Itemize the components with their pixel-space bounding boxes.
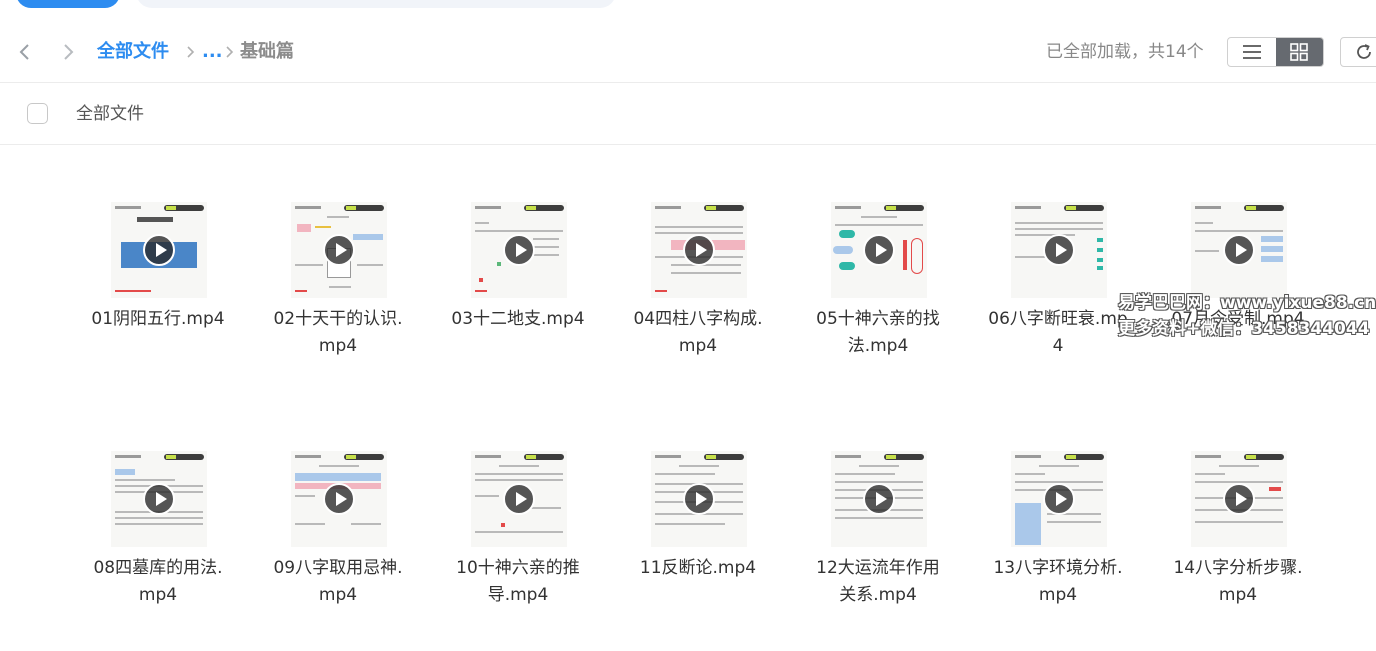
play-icon bbox=[1223, 234, 1255, 266]
top-toolbar bbox=[0, 0, 1376, 10]
file-item[interactable]: 13八字环境分析.mp4 bbox=[988, 451, 1128, 651]
play-icon bbox=[1223, 483, 1255, 515]
file-name: 06八字断旺衰.mp4 bbox=[988, 309, 1128, 356]
divider bbox=[0, 144, 1376, 145]
file-name: 03十二地支.mp4 bbox=[451, 309, 585, 329]
view-toggle bbox=[1227, 37, 1324, 67]
breadcrumb-ellipsis[interactable]: ... bbox=[202, 40, 223, 64]
file-item[interactable]: 12大运流年作用关系.mp4 bbox=[808, 451, 948, 651]
load-status-text: 已全部加载，共14个 bbox=[1046, 42, 1204, 62]
file-name: 10十神六亲的推导.mp4 bbox=[456, 558, 580, 605]
play-icon bbox=[683, 234, 715, 266]
file-item[interactable]: 02十天干的认识.mp4 bbox=[268, 202, 408, 402]
file-item[interactable]: 06八字断旺衰.mp4 bbox=[988, 202, 1128, 402]
video-thumbnail bbox=[831, 451, 927, 547]
file-name: 13八字环境分析.mp4 bbox=[993, 558, 1123, 605]
play-icon bbox=[1043, 483, 1075, 515]
file-item[interactable]: 04四柱八字构成.mp4 bbox=[628, 202, 768, 402]
video-thumbnail bbox=[471, 451, 567, 547]
video-thumbnail bbox=[111, 202, 207, 298]
video-thumbnail bbox=[291, 451, 387, 547]
video-thumbnail bbox=[1191, 451, 1287, 547]
list-view-icon[interactable] bbox=[1228, 38, 1276, 66]
video-thumbnail bbox=[471, 202, 567, 298]
file-item[interactable]: 10十神六亲的推导.mp4 bbox=[448, 451, 588, 651]
upload-button[interactable] bbox=[16, 0, 120, 8]
file-name: 01阴阳五行.mp4 bbox=[91, 309, 225, 329]
play-icon bbox=[863, 483, 895, 515]
video-thumbnail bbox=[651, 202, 747, 298]
file-name: 11反断论.mp4 bbox=[639, 558, 757, 578]
video-thumbnail bbox=[1011, 202, 1107, 298]
back-chevron-left-icon[interactable] bbox=[13, 40, 37, 64]
play-icon bbox=[683, 483, 715, 515]
file-name: 09八字取用忌神.mp4 bbox=[273, 558, 403, 605]
play-icon bbox=[143, 483, 175, 515]
video-thumbnail bbox=[1011, 451, 1107, 547]
watermark-text: 易学巴巴网：www.yixue88.cn 更多资料+微信：3458344044 bbox=[1118, 290, 1376, 342]
play-icon bbox=[143, 234, 175, 266]
breadcrumb-bar: 全部文件 ... 基础篇 已全部加载，共14个 bbox=[0, 28, 1376, 80]
watermark-line-2: 更多资料+微信：3458344044 bbox=[1118, 319, 1370, 339]
file-name: 05十神六亲的找法.mp4 bbox=[816, 309, 940, 356]
breadcrumb-root[interactable]: 全部文件 bbox=[97, 40, 169, 64]
play-icon bbox=[1043, 234, 1075, 266]
video-thumbnail bbox=[111, 451, 207, 547]
watermark-line-1: 易学巴巴网：www.yixue88.cn bbox=[1118, 293, 1376, 313]
list-header: 全部文件 bbox=[0, 84, 1376, 144]
refresh-icon[interactable] bbox=[1340, 37, 1376, 67]
play-icon bbox=[503, 234, 535, 266]
file-item[interactable]: 08四墓库的用法.mp4 bbox=[88, 451, 228, 651]
breadcrumb-separator-icon bbox=[186, 40, 196, 71]
video-thumbnail bbox=[831, 202, 927, 298]
divider bbox=[0, 82, 1376, 83]
file-item[interactable]: 05十神六亲的找法.mp4 bbox=[808, 202, 948, 402]
video-thumbnail bbox=[651, 451, 747, 547]
file-item[interactable]: 11反断论.mp4 bbox=[628, 451, 768, 651]
search-input[interactable] bbox=[136, 0, 616, 8]
file-name: 04四柱八字构成.mp4 bbox=[633, 309, 763, 356]
file-item[interactable]: 03十二地支.mp4 bbox=[448, 202, 588, 402]
list-header-title: 全部文件 bbox=[76, 104, 144, 124]
grid-view-icon[interactable] bbox=[1275, 38, 1323, 66]
select-all-checkbox[interactable] bbox=[27, 103, 48, 124]
play-icon bbox=[323, 234, 355, 266]
file-name: 08四墓库的用法.mp4 bbox=[93, 558, 223, 605]
play-icon bbox=[323, 483, 355, 515]
video-thumbnail bbox=[1191, 202, 1287, 298]
file-item[interactable]: 14八字分析步骤.mp4 bbox=[1168, 451, 1308, 651]
forward-chevron-right-icon[interactable] bbox=[56, 40, 80, 64]
file-name: 12大运流年作用关系.mp4 bbox=[816, 558, 940, 605]
file-item[interactable]: 01阴阳五行.mp4 bbox=[88, 202, 228, 402]
breadcrumb-separator-icon bbox=[225, 40, 235, 71]
file-name: 02十天干的认识.mp4 bbox=[273, 309, 403, 356]
breadcrumb-current: 基础篇 bbox=[240, 41, 294, 62]
file-name: 14八字分析步骤.mp4 bbox=[1173, 558, 1303, 605]
file-item[interactable]: 09八字取用忌神.mp4 bbox=[268, 451, 408, 651]
play-icon bbox=[503, 483, 535, 515]
video-thumbnail bbox=[291, 202, 387, 298]
play-icon bbox=[863, 234, 895, 266]
